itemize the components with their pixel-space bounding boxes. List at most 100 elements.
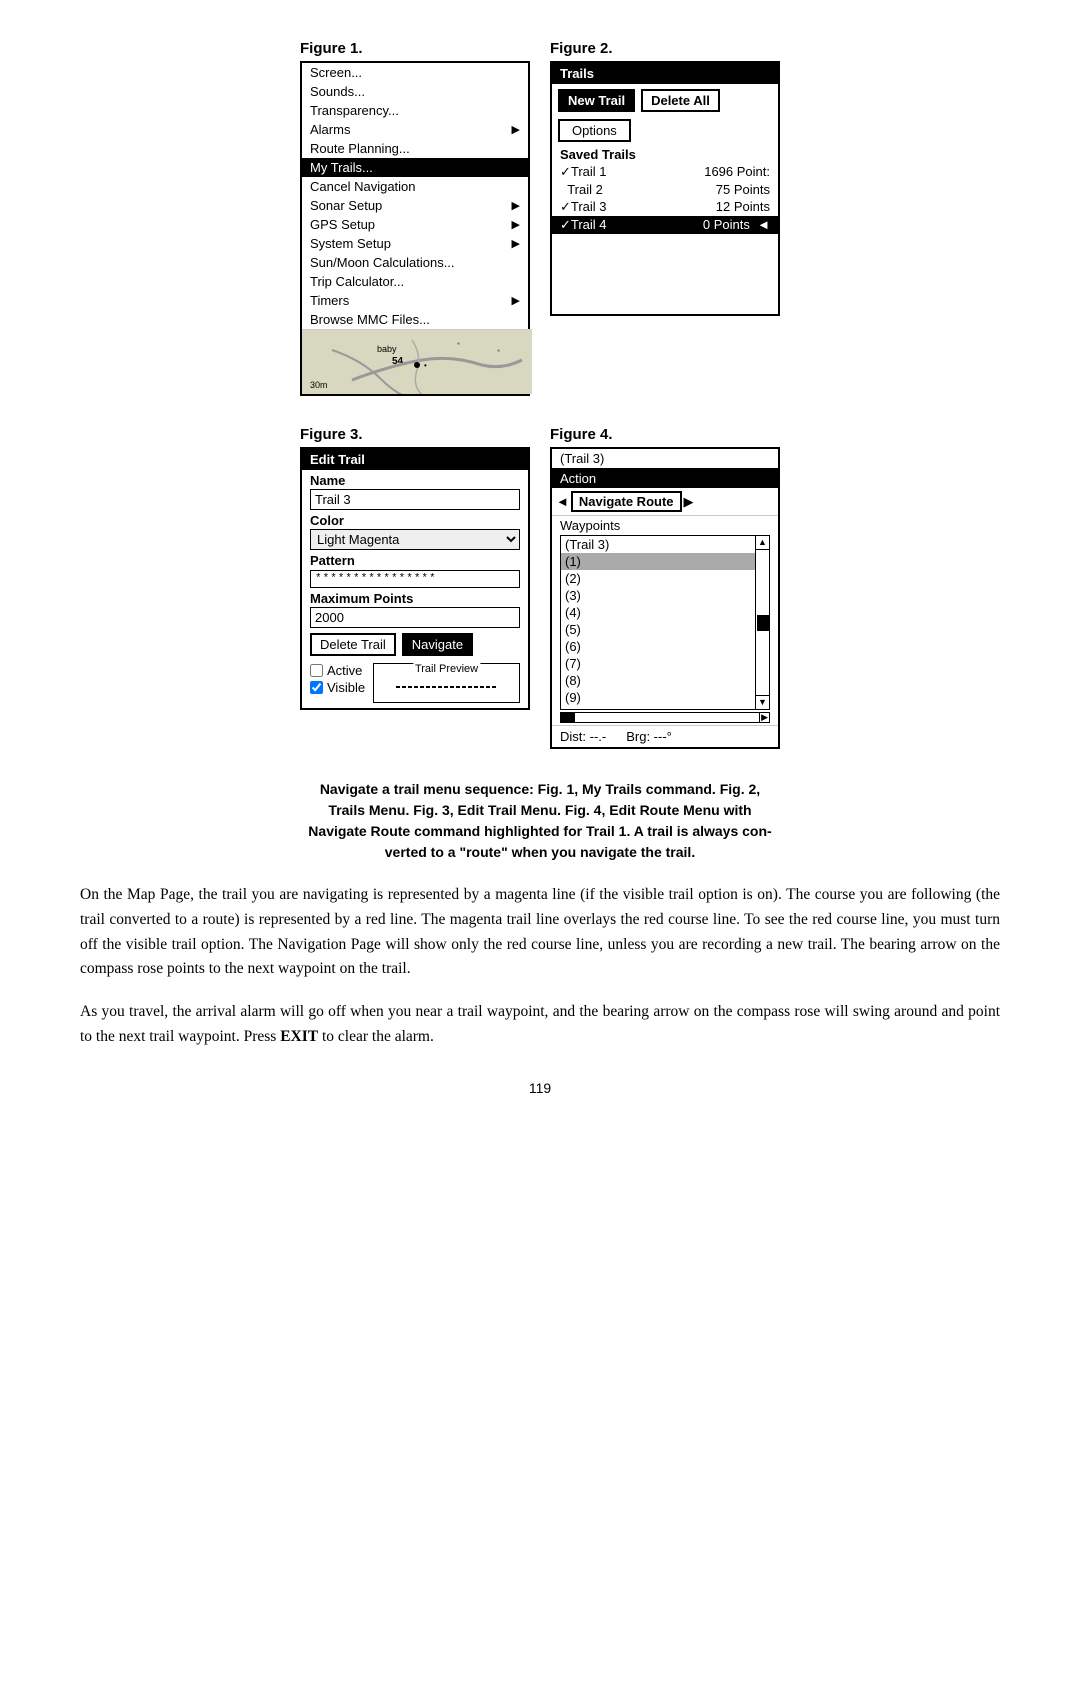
scroll-up-icon[interactable]: ▲ bbox=[756, 536, 769, 550]
figure3-block: Figure 3. Edit Trail Name Color Light Ma… bbox=[300, 426, 530, 749]
svg-text:•: • bbox=[424, 361, 427, 370]
trail-preview-label: Trail Preview bbox=[413, 663, 480, 675]
fig4-action: Action bbox=[552, 469, 778, 488]
figure4-panel: (Trail 3) Action ◄ Navigate Route ▶ Wayp… bbox=[550, 447, 780, 749]
active-checkbox[interactable] bbox=[310, 664, 323, 677]
waypoint-8[interactable]: (8) bbox=[561, 672, 755, 689]
waypoint-9[interactable]: (9) bbox=[561, 689, 755, 706]
pattern-label: Pattern bbox=[302, 550, 528, 569]
figure1-block: Figure 1. Screen... Sounds... Transparen… bbox=[300, 40, 530, 396]
waypoint-10[interactable]: (10) bbox=[561, 706, 755, 710]
max-points-label: Maximum Points bbox=[302, 588, 528, 607]
menu-item-alarms[interactable]: Alarms▶ bbox=[302, 120, 528, 139]
navigate-route-row: ◄ Navigate Route ▶ bbox=[552, 488, 778, 516]
horizontal-scrollbar[interactable]: ▶ bbox=[560, 712, 770, 723]
menu-item-my-trails[interactable]: My Trails... bbox=[302, 158, 528, 177]
figure1-label: Figure 1. bbox=[300, 40, 363, 57]
trail-row-2[interactable]: Trail 275 Points bbox=[552, 181, 778, 198]
waypoints-label: Waypoints bbox=[552, 516, 778, 535]
waypoint-2[interactable]: (2) bbox=[561, 570, 755, 587]
figure4-label: Figure 4. bbox=[550, 426, 613, 443]
delete-trail-button[interactable]: Delete Trail bbox=[310, 633, 396, 656]
waypoint-1[interactable]: (1) bbox=[561, 553, 755, 570]
options-row: Options bbox=[552, 117, 778, 146]
checkboxes: Active Visible bbox=[310, 663, 365, 695]
waypoint-5[interactable]: (5) bbox=[561, 621, 755, 638]
preview-line bbox=[396, 686, 497, 688]
svg-text:30m: 30m bbox=[310, 380, 328, 390]
figure2-block: Figure 2. Trails New Trail Delete All Op… bbox=[550, 40, 780, 396]
figure2-trails: Trails New Trail Delete All Options Save… bbox=[550, 61, 780, 316]
trail-row-3[interactable]: ✓Trail 312 Points bbox=[552, 198, 778, 216]
navigate-route-button[interactable]: Navigate Route bbox=[571, 491, 682, 512]
trail-name-input[interactable] bbox=[310, 489, 520, 510]
scrollbar[interactable]: ▲ ▼ bbox=[755, 536, 769, 709]
brg-label: Brg: ---° bbox=[626, 729, 672, 744]
figure4-block: Figure 4. (Trail 3) Action ◄ Navigate Ro… bbox=[550, 426, 780, 749]
figure3-edit-trail: Edit Trail Name Color Light Magenta Patt… bbox=[300, 447, 530, 710]
exit-bold: EXIT bbox=[280, 1028, 318, 1045]
menu-item-sounds[interactable]: Sounds... bbox=[302, 82, 528, 101]
menu-item-sonar-setup[interactable]: Sonar Setup▶ bbox=[302, 196, 528, 215]
pattern-input[interactable] bbox=[310, 570, 520, 588]
active-check-row: Active bbox=[310, 663, 365, 678]
menu-item-timers[interactable]: Timers▶ bbox=[302, 291, 528, 310]
trails-empty-space bbox=[552, 234, 778, 314]
visible-label: Visible bbox=[327, 680, 365, 695]
delete-all-button[interactable]: Delete All bbox=[641, 89, 720, 112]
waypoint-4[interactable]: (4) bbox=[561, 604, 755, 621]
menu-item-screen[interactable]: Screen... bbox=[302, 63, 528, 82]
waypoints-items: (Trail 3) (1) (2) (3) (4) (5) (6) (7) (8… bbox=[561, 536, 755, 710]
figure3-label: Figure 3. bbox=[300, 426, 363, 443]
saved-trails-label: Saved Trails bbox=[552, 146, 778, 163]
body-paragraph-1: On the Map Page, the trail you are navig… bbox=[80, 883, 1000, 982]
menu-item-browse-mmc[interactable]: Browse MMC Files... bbox=[302, 310, 528, 329]
waypoint-3[interactable]: (3) bbox=[561, 587, 755, 604]
edit-trail-buttons: Delete Trail Navigate bbox=[302, 628, 528, 661]
visible-check-row: Visible bbox=[310, 680, 365, 695]
visible-checkbox[interactable] bbox=[310, 681, 323, 694]
dist-label: Dist: --.- bbox=[560, 729, 606, 744]
horiz-right-arrow-icon[interactable]: ▶ bbox=[759, 712, 769, 723]
color-label: Color bbox=[302, 510, 528, 529]
horiz-scroll-thumb bbox=[561, 713, 575, 722]
edit-trail-title: Edit Trail bbox=[302, 449, 528, 470]
trail-preview-box: Trail Preview bbox=[373, 663, 520, 703]
nav-right-arrow-icon: ▶ bbox=[684, 494, 694, 510]
waypoint-7[interactable]: (7) bbox=[561, 655, 755, 672]
body-paragraph-2: As you travel, the arrival alarm will go… bbox=[80, 1000, 1000, 1050]
scroll-down-icon[interactable]: ▼ bbox=[756, 695, 769, 709]
trails-title: Trails bbox=[552, 63, 778, 84]
options-button[interactable]: Options bbox=[558, 119, 631, 142]
waypoint-6[interactable]: (6) bbox=[561, 638, 755, 655]
active-label: Active bbox=[327, 663, 362, 678]
preview-section: Active Visible Trail Preview bbox=[302, 661, 528, 708]
figure1-menu: Screen... Sounds... Transparency... Alar… bbox=[300, 61, 530, 396]
caption: Navigate a trail menu sequence: Fig. 1, … bbox=[165, 779, 915, 863]
fig4-title: (Trail 3) bbox=[552, 449, 778, 469]
waypoints-list: ▲ ▼ (Trail 3) (1) (2) (3) (4) (5) (6) (7… bbox=[560, 535, 770, 710]
trail-row-1[interactable]: ✓Trail 11696 Point: bbox=[552, 163, 778, 181]
scroll-thumb bbox=[757, 615, 769, 631]
menu-item-trip-calc[interactable]: Trip Calculator... bbox=[302, 272, 528, 291]
svg-text:*: * bbox=[497, 348, 500, 357]
new-trail-button[interactable]: New Trail bbox=[558, 89, 635, 112]
page-number: 119 bbox=[80, 1080, 1000, 1096]
menu-item-gps-setup[interactable]: GPS Setup▶ bbox=[302, 215, 528, 234]
dist-bar: Dist: --.- Brg: ---° bbox=[552, 725, 778, 747]
waypoint-trail3[interactable]: (Trail 3) bbox=[561, 536, 755, 553]
svg-text:baby: baby bbox=[377, 344, 397, 354]
nav-left-arrow-icon: ◄ bbox=[556, 494, 569, 509]
menu-item-transparency[interactable]: Transparency... bbox=[302, 101, 528, 120]
figure2-label: Figure 2. bbox=[550, 40, 613, 57]
svg-text:*: * bbox=[457, 341, 460, 350]
menu-item-cancel-nav[interactable]: Cancel Navigation bbox=[302, 177, 528, 196]
color-select[interactable]: Light Magenta bbox=[310, 529, 520, 550]
menu-item-sun-moon[interactable]: Sun/Moon Calculations... bbox=[302, 253, 528, 272]
menu-item-system-setup[interactable]: System Setup▶ bbox=[302, 234, 528, 253]
menu-item-route-planning[interactable]: Route Planning... bbox=[302, 139, 528, 158]
trails-buttons-row: New Trail Delete All bbox=[552, 84, 778, 117]
trail-row-4[interactable]: ✓Trail 40 Points ◄ bbox=[552, 216, 778, 234]
max-points-input[interactable] bbox=[310, 607, 520, 628]
navigate-button[interactable]: Navigate bbox=[402, 633, 473, 656]
